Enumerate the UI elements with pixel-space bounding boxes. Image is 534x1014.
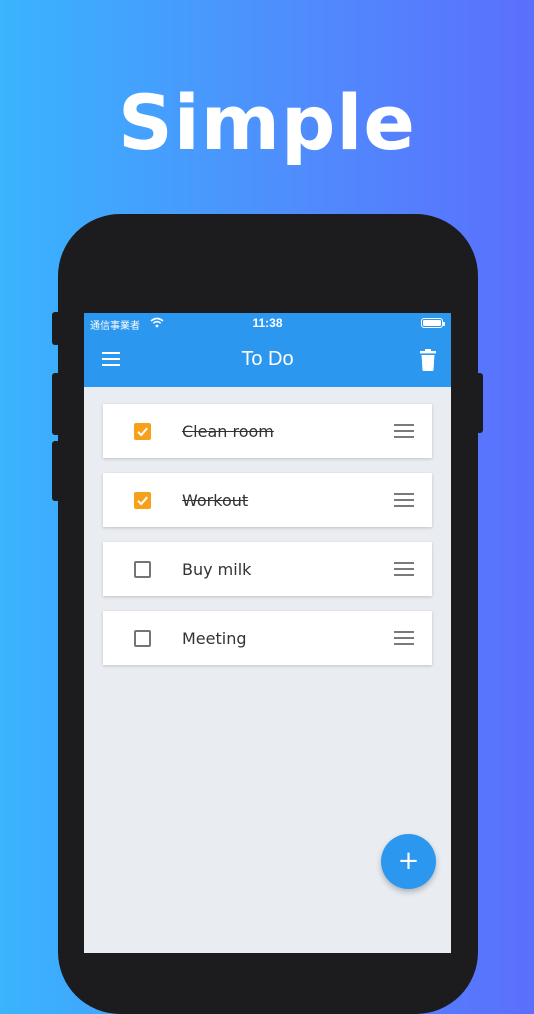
check-icon — [137, 496, 148, 506]
todo-item[interactable]: Meeting — [103, 611, 432, 665]
drag-handle-icon[interactable] — [394, 631, 414, 645]
todo-item[interactable]: Buy milk — [103, 542, 432, 596]
drag-handle-icon[interactable] — [394, 562, 414, 576]
todo-checkbox[interactable] — [134, 492, 151, 509]
todo-label: Meeting — [182, 629, 247, 648]
drag-handle-icon[interactable] — [394, 493, 414, 507]
todo-checkbox[interactable] — [134, 561, 151, 578]
todo-label: Clean room — [182, 422, 274, 441]
add-icon[interactable]: + — [381, 834, 436, 889]
todo-item[interactable]: Clean room — [103, 404, 432, 458]
todo-checkbox[interactable] — [134, 630, 151, 647]
battery-icon — [421, 318, 445, 328]
app-bar: 通信事業者 11:38 To Do — [84, 313, 451, 387]
status-time: 11:38 — [252, 316, 283, 330]
todo-label: Workout — [182, 491, 249, 510]
check-icon — [137, 427, 148, 437]
trash-icon[interactable] — [419, 349, 437, 371]
todo-checkbox[interactable] — [134, 423, 151, 440]
promo-headline: Simple — [118, 78, 416, 167]
todo-item[interactable]: Workout — [103, 473, 432, 527]
todo-list: Clean room Workout Buy milk Meeting — [103, 404, 432, 680]
drag-handle-icon[interactable] — [394, 424, 414, 438]
status-bar: 通信事業者 11:38 — [84, 313, 451, 335]
app-screen: 通信事業者 11:38 To Do Clean room Workout Buy… — [84, 313, 451, 953]
page-title: To Do — [241, 348, 294, 370]
todo-label: Buy milk — [182, 560, 252, 579]
